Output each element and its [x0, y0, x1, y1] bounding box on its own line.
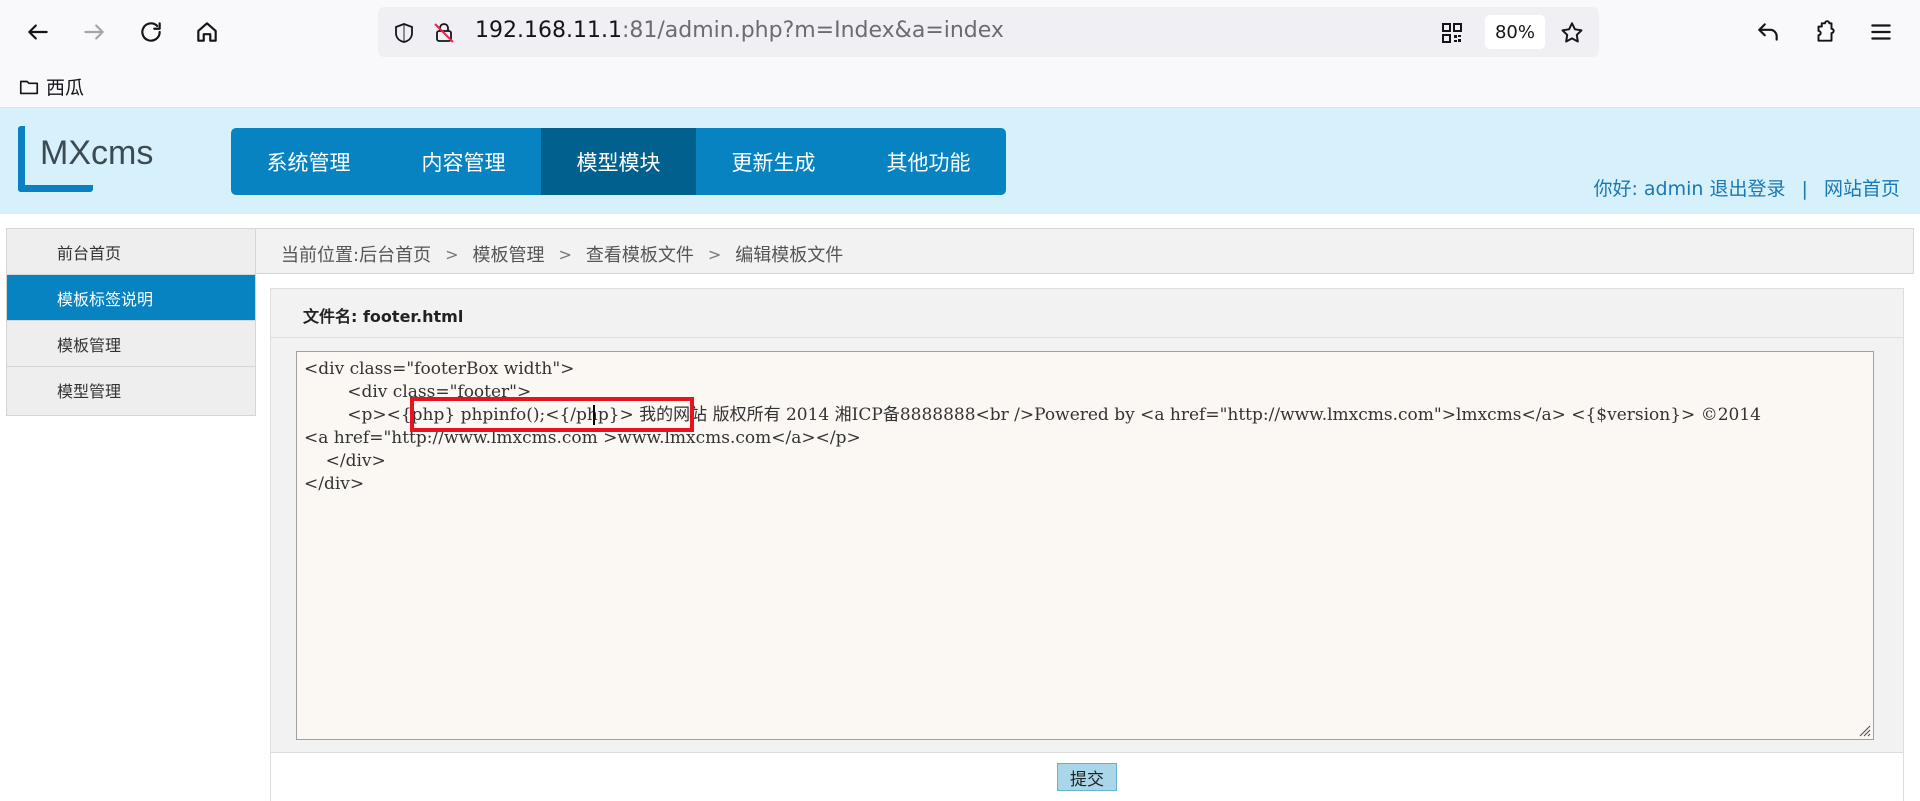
- main-nav: 系统管理 内容管理 模型模块 更新生成 其他功能: [231, 128, 1006, 195]
- url-text[interactable]: 192.168.11.1:81/admin.php?m=Index&a=inde…: [475, 18, 1004, 43]
- user-links: 你好: admin 退出登录 | 网站首页: [1593, 174, 1900, 201]
- breadcrumb-item-template-manage[interactable]: 模板管理: [472, 241, 544, 267]
- resize-grip-icon[interactable]: [1855, 721, 1871, 737]
- breadcrumb-separator: >: [445, 244, 459, 264]
- undo-share-icon[interactable]: [1750, 14, 1786, 50]
- sidebar-item-template-manage[interactable]: 模板管理: [7, 321, 255, 367]
- highlight-annotation-box: [410, 397, 694, 432]
- logo-bar-bottom: [18, 185, 93, 192]
- menu-icon[interactable]: [1863, 14, 1899, 50]
- insecure-lock-icon[interactable]: [430, 19, 458, 47]
- breadcrumb-separator: >: [707, 244, 722, 264]
- breadcrumb-separator: >: [558, 244, 572, 264]
- site-home-link[interactable]: 网站首页: [1824, 178, 1900, 200]
- nav-model-module[interactable]: 模型模块: [541, 128, 696, 195]
- breadcrumb-item-edit-template-file: 编辑模板文件: [735, 245, 844, 266]
- text-caret: [593, 405, 595, 425]
- user-links-separator: |: [1801, 178, 1808, 200]
- home-icon[interactable]: [189, 14, 225, 50]
- panel-divider: [271, 337, 1903, 338]
- address-bar[interactable]: 192.168.11.1:81/admin.php?m=Index&a=inde…: [378, 7, 1599, 57]
- breadcrumb-prefix: 当前位置:: [281, 245, 360, 266]
- bookmark-star-icon[interactable]: [1558, 19, 1586, 47]
- code-line: </div>: [304, 474, 365, 494]
- logo-bar-left: [18, 126, 25, 192]
- logout-link[interactable]: 退出登录: [1709, 178, 1785, 200]
- sidebar: 前台首页 模板标签说明 模板管理 模型管理: [6, 228, 256, 416]
- shield-icon[interactable]: [390, 19, 418, 47]
- back-icon[interactable]: [20, 14, 56, 50]
- logo-text: MXcms: [40, 134, 154, 172]
- bookmark-folder-label: 西瓜: [46, 77, 85, 99]
- url-path: :81/admin.php?m=Index&a=index: [621, 18, 1004, 43]
- folder-icon: [19, 80, 39, 94]
- cms-logo[interactable]: MXcms: [18, 126, 168, 192]
- cms-header: MXcms 系统管理 内容管理 模型模块 更新生成 其他功能 你好: admin…: [0, 108, 1920, 214]
- breadcrumb-item-view-template-files[interactable]: 查看模板文件: [586, 241, 694, 267]
- breadcrumb: 当前位置: 后台首页 > 模板管理 > 查看模板文件 > 编辑模板文件: [281, 241, 843, 267]
- extensions-icon[interactable]: [1807, 14, 1843, 50]
- sidebar-item-template-tags[interactable]: 模板标签说明: [7, 275, 255, 321]
- reload-icon[interactable]: [133, 14, 169, 50]
- submit-area: 提交: [271, 752, 1903, 801]
- bookmarks-bar: 西瓜: [0, 65, 1920, 108]
- file-name-label: 文件名: footer.html: [303, 307, 464, 326]
- nav-content-manage[interactable]: 内容管理: [386, 128, 541, 195]
- sidebar-item-frontend-home[interactable]: 前台首页: [7, 229, 255, 275]
- browser-toolbar: 192.168.11.1:81/admin.php?m=Index&a=inde…: [0, 0, 1920, 65]
- url-host: 192.168.11.1: [475, 18, 622, 43]
- qr-code-icon[interactable]: [1438, 19, 1466, 47]
- bookmark-folder[interactable]: 西瓜: [18, 73, 84, 100]
- breadcrumb-item-admin-home[interactable]: 后台首页: [359, 241, 431, 267]
- submit-button[interactable]: 提交: [1057, 763, 1117, 791]
- nav-other-functions[interactable]: 其他功能: [851, 128, 1006, 195]
- forward-icon[interactable]: [76, 14, 112, 50]
- breadcrumb-bar: 当前位置: 后台首页 > 模板管理 > 查看模板文件 > 编辑模板文件: [256, 228, 1914, 274]
- code-line: <div class="footerBox width">: [304, 359, 575, 379]
- user-greeting: 你好: admin: [1593, 178, 1704, 200]
- sidebar-item-model-manage[interactable]: 模型管理: [7, 367, 255, 413]
- nav-system-manage[interactable]: 系统管理: [231, 128, 386, 195]
- edit-panel: 文件名: footer.html <div class="footerBox w…: [270, 288, 1904, 801]
- code-line: </div>: [304, 451, 386, 471]
- nav-update-generate[interactable]: 更新生成: [696, 128, 851, 195]
- zoom-level-badge[interactable]: 80%: [1485, 15, 1545, 49]
